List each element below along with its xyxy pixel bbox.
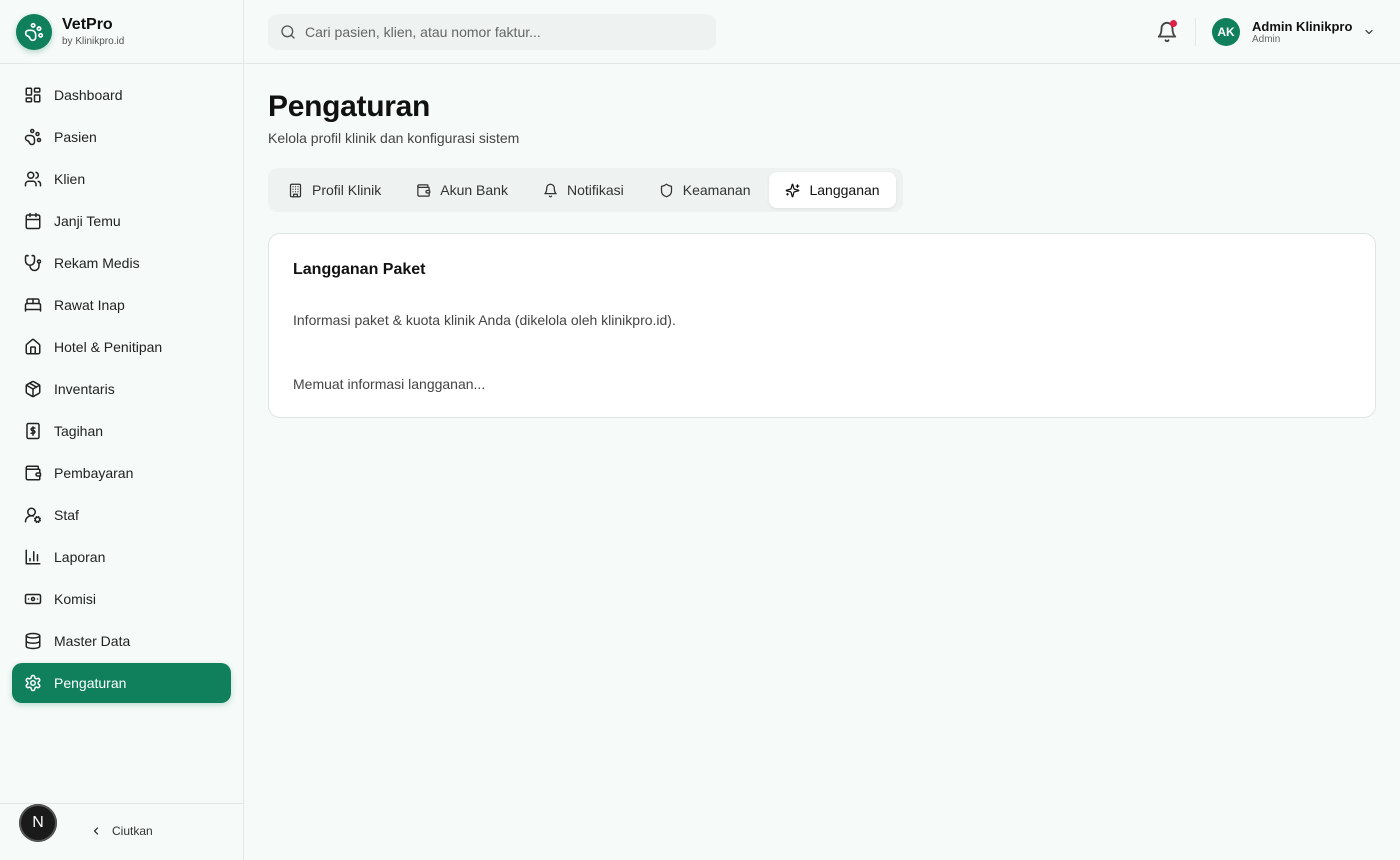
sidebar-item-label: Klien <box>54 171 86 187</box>
sidebar-item-dashboard[interactable]: Dashboard <box>12 75 231 115</box>
dashboard-icon <box>25 87 41 103</box>
stethoscope-icon <box>24 254 42 272</box>
sidebar-item-label: Janji Temu <box>54 213 121 229</box>
receipt-icon <box>26 422 40 440</box>
sidebar-item-label: Dashboard <box>54 87 123 103</box>
bar-chart-icon <box>25 549 41 565</box>
chevron-left-icon <box>93 827 99 835</box>
paw-icon <box>24 128 42 146</box>
search-icon <box>281 25 295 39</box>
user-name: Admin Klinikpro <box>1252 18 1353 34</box>
tab-label: Profil Klinik <box>312 182 382 198</box>
avatar: AK <box>1212 18 1240 46</box>
sidebar-item-rekam-medis[interactable]: Rekam Medis <box>12 243 231 283</box>
loading-text: Memuat informasi langganan... <box>293 376 486 392</box>
card-description: Informasi paket & kuota klinik Anda (dik… <box>293 312 676 328</box>
sidebar: VetPro by Klinikpro.id Dashboard Pasien … <box>0 0 244 860</box>
package-icon <box>25 380 41 398</box>
notification-button[interactable] <box>1156 20 1178 43</box>
user-role: Admin <box>1252 33 1281 45</box>
bed-icon <box>24 298 42 312</box>
notification-dot <box>1170 20 1177 27</box>
sidebar-item-tagihan[interactable]: Tagihan <box>12 411 231 451</box>
main-content: Pengaturan Kelola profil klinik dan konf… <box>268 64 1376 418</box>
search-box[interactable] <box>268 14 716 50</box>
tab-label: Keamanan <box>682 182 751 198</box>
sidebar-nav: Dashboard Pasien Klien Janji Temu Rekam … <box>0 64 243 703</box>
next-dev-badge[interactable]: N <box>19 804 57 842</box>
settings-icon <box>25 674 41 692</box>
sidebar-item-label: Tagihan <box>54 423 104 439</box>
paw-logo-icon <box>16 13 52 50</box>
tab-langganan[interactable]: Langganan <box>769 172 896 208</box>
tab-label: Akun Bank <box>440 182 508 198</box>
user-menu[interactable]: AK Admin Klinikpro Admin <box>1212 18 1375 46</box>
sidebar-item-komisi[interactable]: Komisi <box>12 579 231 619</box>
page-subtitle: Kelola profil klinik dan konfigurasi sis… <box>268 130 520 146</box>
collapse-sidebar-button[interactable]: Ciutkan <box>90 824 153 838</box>
sidebar-item-inventaris[interactable]: Inventaris <box>12 369 231 409</box>
sidebar-item-pengaturan[interactable]: Pengaturan <box>12 663 231 703</box>
bell-icon <box>544 183 557 197</box>
search-input[interactable] <box>305 24 705 40</box>
sidebar-item-pembayaran[interactable]: Pembayaran <box>12 453 231 493</box>
divider <box>1195 18 1196 46</box>
card-title: Langganan Paket <box>293 261 426 278</box>
sidebar-item-rawat-inap[interactable]: Rawat Inap <box>12 285 231 325</box>
wallet-icon <box>25 465 42 481</box>
users-icon <box>24 171 42 187</box>
page-title: Pengaturan <box>268 90 431 123</box>
shield-icon <box>660 183 672 197</box>
sidebar-item-label: Pasien <box>54 129 97 145</box>
topbar: AK Admin Klinikpro Admin <box>244 0 1400 64</box>
sidebar-item-label: Rawat Inap <box>54 297 125 313</box>
sidebar-item-label: Rekam Medis <box>54 255 140 271</box>
sidebar-item-staf[interactable]: Staf <box>12 495 231 535</box>
tab-label: Notifikasi <box>566 182 624 198</box>
home-icon <box>25 338 41 355</box>
sidebar-item-label: Hotel & Penitipan <box>54 339 163 355</box>
tab-profil-klinik[interactable]: Profil Klinik <box>272 172 397 208</box>
brand-subtitle: by Klinikpro.id <box>62 35 125 47</box>
sidebar-item-label: Master Data <box>54 633 131 649</box>
sidebar-item-label: Laporan <box>54 549 106 565</box>
banknote-icon <box>24 593 42 605</box>
tab-notifikasi[interactable]: Notifikasi <box>527 172 640 208</box>
sidebar-item-label: Staf <box>54 507 79 523</box>
collapse-label: Ciutkan <box>112 824 153 838</box>
tab-label: Langganan <box>809 182 880 198</box>
calendar-icon <box>25 212 41 230</box>
sidebar-footer: N Ciutkan <box>0 803 243 860</box>
sidebar-item-label: Komisi <box>54 591 97 607</box>
sidebar-item-janji-temu[interactable]: Janji Temu <box>12 201 231 241</box>
tab-akun-bank[interactable]: Akun Bank <box>400 172 524 208</box>
sidebar-item-label: Pembayaran <box>54 465 134 481</box>
sidebar-item-pasien[interactable]: Pasien <box>12 117 231 157</box>
brand[interactable]: VetPro by Klinikpro.id <box>0 0 243 64</box>
building-icon <box>289 183 302 197</box>
sidebar-item-label: Pengaturan <box>54 675 127 691</box>
sidebar-item-laporan[interactable]: Laporan <box>12 537 231 577</box>
user-cog-icon <box>24 507 42 524</box>
wallet-icon <box>417 183 431 197</box>
subscription-card: Langganan Paket Informasi paket & kuota … <box>268 233 1376 418</box>
brand-name: VetPro <box>62 15 113 33</box>
database-icon <box>25 632 41 650</box>
tab-keamanan[interactable]: Keamanan <box>643 172 767 208</box>
sidebar-item-label: Inventaris <box>54 381 115 397</box>
sidebar-item-hotel-penitipan[interactable]: Hotel & Penitipan <box>12 327 231 367</box>
sidebar-item-klien[interactable]: Klien <box>12 159 231 199</box>
settings-tabs: Profil Klinik Akun Bank Notifikasi Keama… <box>268 168 903 212</box>
sparkles-icon <box>786 183 800 197</box>
sidebar-item-master-data[interactable]: Master Data <box>12 621 231 661</box>
chevron-down-icon <box>1365 29 1374 35</box>
